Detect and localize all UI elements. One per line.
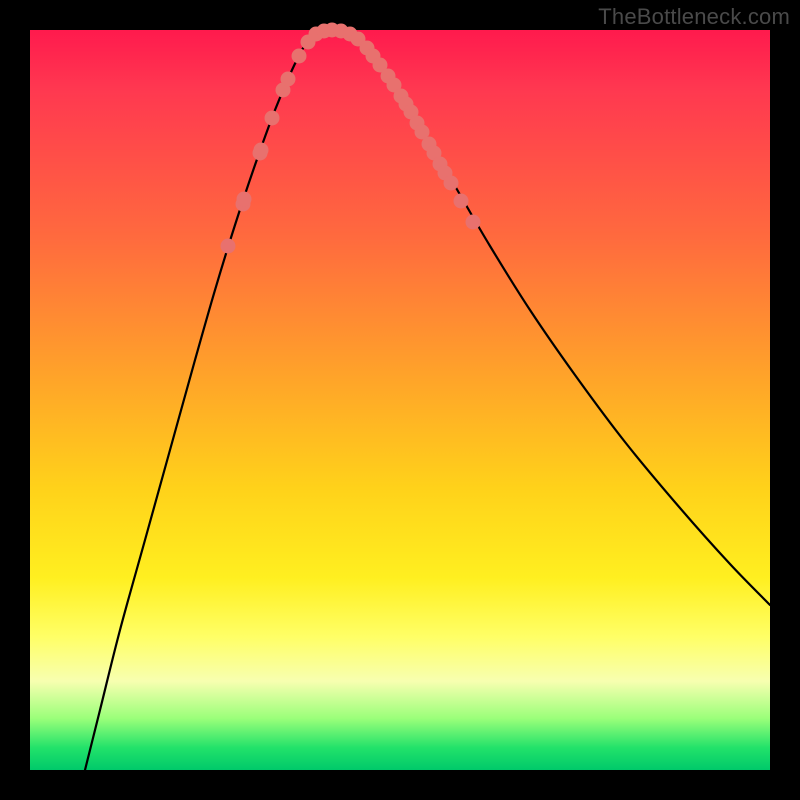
data-marker xyxy=(281,72,296,87)
data-marker xyxy=(454,194,469,209)
data-marker xyxy=(292,49,307,64)
curve-svg xyxy=(30,30,770,770)
data-marker xyxy=(466,215,481,230)
data-marker xyxy=(237,192,252,207)
data-markers xyxy=(221,23,481,254)
plot-area xyxy=(30,30,770,770)
data-marker xyxy=(221,239,236,254)
data-marker xyxy=(265,111,280,126)
chart-frame: TheBottleneck.com xyxy=(0,0,800,800)
data-marker xyxy=(254,143,269,158)
data-marker xyxy=(444,176,459,191)
watermark-text: TheBottleneck.com xyxy=(598,4,790,30)
